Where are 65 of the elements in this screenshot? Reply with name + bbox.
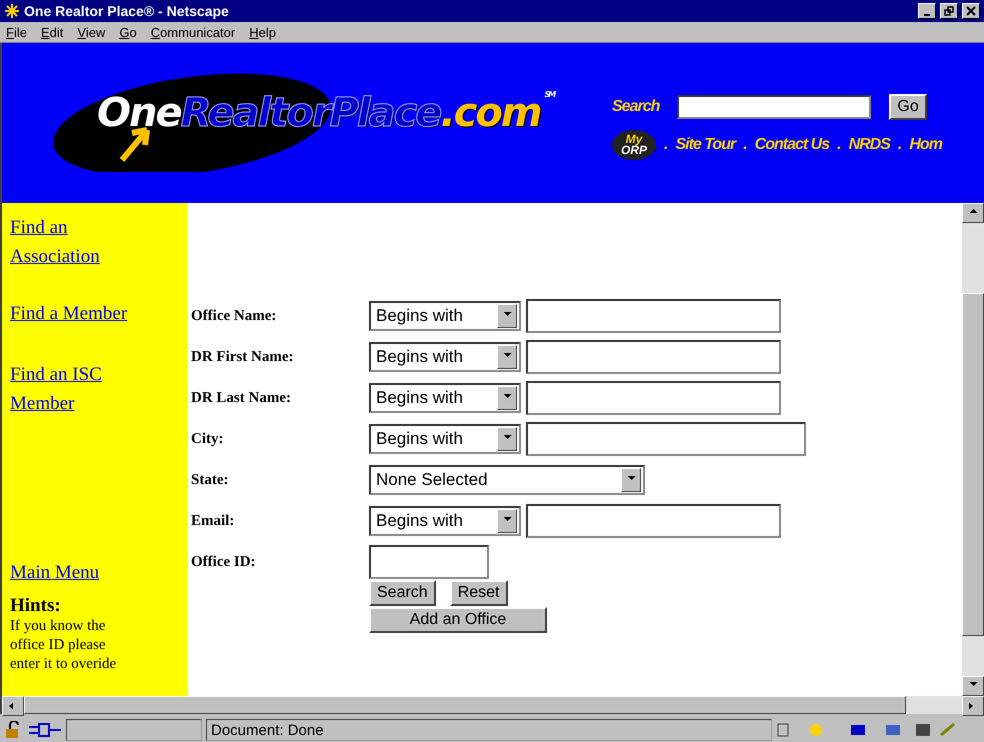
scroll-right-button[interactable] bbox=[962, 696, 984, 716]
separator: . bbox=[664, 136, 668, 154]
nav-link[interactable]: Hom bbox=[909, 136, 942, 154]
sidebar-link[interactable]: Find a Member bbox=[10, 299, 140, 328]
field-label: DR Last Name: bbox=[191, 390, 292, 406]
nav-link[interactable]: Site Tour bbox=[675, 136, 736, 154]
menu-item[interactable]: Help bbox=[249, 24, 276, 40]
scroll-thumb[interactable] bbox=[962, 293, 984, 636]
menu-item[interactable]: Edit bbox=[40, 24, 64, 40]
window-title: One Realtor Place® - Netscape bbox=[24, 3, 230, 19]
field-label: State: bbox=[191, 472, 230, 488]
hints-text: office ID please bbox=[10, 636, 107, 655]
vertical-scrollbar[interactable] bbox=[962, 203, 984, 696]
form-button[interactable]: Search bbox=[369, 580, 436, 606]
scroll-up-button[interactable] bbox=[962, 203, 984, 223]
minimize-button[interactable] bbox=[918, 3, 936, 19]
form-button[interactable]: Reset bbox=[450, 580, 508, 606]
status-text: Document: Done bbox=[211, 722, 324, 738]
sidebar-link[interactable]: Find an ISC Member bbox=[10, 360, 140, 418]
my-orp-logo[interactable]: My ORP bbox=[612, 130, 656, 160]
text-field[interactable] bbox=[526, 340, 781, 374]
field-label: Office ID: bbox=[191, 554, 257, 570]
text-field[interactable] bbox=[526, 381, 781, 415]
field-label: DR First Name: bbox=[191, 348, 294, 366]
separator: . bbox=[898, 136, 902, 154]
menu-item[interactable]: Go bbox=[119, 24, 137, 40]
office-id-field[interactable] bbox=[369, 545, 489, 579]
text-field[interactable] bbox=[526, 299, 781, 333]
text-field[interactable] bbox=[526, 504, 781, 538]
sidebar-link[interactable]: Main Menu bbox=[10, 558, 140, 587]
separator: . bbox=[743, 136, 747, 154]
hints-text: enter it to overide bbox=[10, 655, 118, 674]
field-label: Email: bbox=[191, 512, 236, 530]
search-field[interactable] bbox=[677, 95, 872, 119]
match-dropdown[interactable]: Begins with bbox=[369, 424, 521, 454]
nav-link[interactable]: NRDS bbox=[848, 136, 890, 154]
minimize-icon bbox=[924, 14, 930, 16]
restore-icon bbox=[944, 6, 954, 16]
text-field[interactable] bbox=[526, 422, 806, 456]
netscape-star-icon bbox=[4, 3, 20, 19]
restore-button[interactable] bbox=[940, 3, 958, 19]
hints-title: Hints: bbox=[10, 595, 62, 617]
go-button[interactable]: Go bbox=[889, 94, 927, 120]
connection-icon[interactable] bbox=[28, 721, 62, 739]
close-icon bbox=[966, 6, 976, 16]
menu-item[interactable]: View bbox=[77, 24, 106, 40]
search-label: Search bbox=[612, 98, 660, 116]
state-dropdown[interactable]: None Selected bbox=[369, 465, 645, 495]
hints-text: If you know the bbox=[10, 617, 106, 636]
field-label: Office Name: bbox=[191, 308, 278, 324]
menu-item[interactable]: File bbox=[6, 24, 27, 40]
match-dropdown[interactable]: Begins with bbox=[369, 342, 521, 372]
component-bar-icon[interactable] bbox=[776, 721, 956, 739]
menu-item[interactable]: Communicator bbox=[150, 24, 236, 40]
sidebar-link[interactable]: Find an Association bbox=[10, 213, 140, 271]
match-dropdown[interactable]: Begins with bbox=[369, 383, 521, 413]
scroll-down-button[interactable] bbox=[962, 676, 984, 696]
close-button[interactable] bbox=[962, 3, 980, 19]
field-label: City: bbox=[191, 430, 224, 448]
scroll-left-button[interactable] bbox=[2, 696, 24, 716]
separator: . bbox=[837, 136, 841, 154]
add-office-button[interactable]: Add an Office bbox=[369, 607, 547, 633]
match-dropdown[interactable]: Begins with bbox=[369, 506, 521, 536]
nav-link[interactable]: Contact Us bbox=[754, 136, 830, 154]
match-dropdown[interactable]: Begins with bbox=[369, 301, 521, 331]
